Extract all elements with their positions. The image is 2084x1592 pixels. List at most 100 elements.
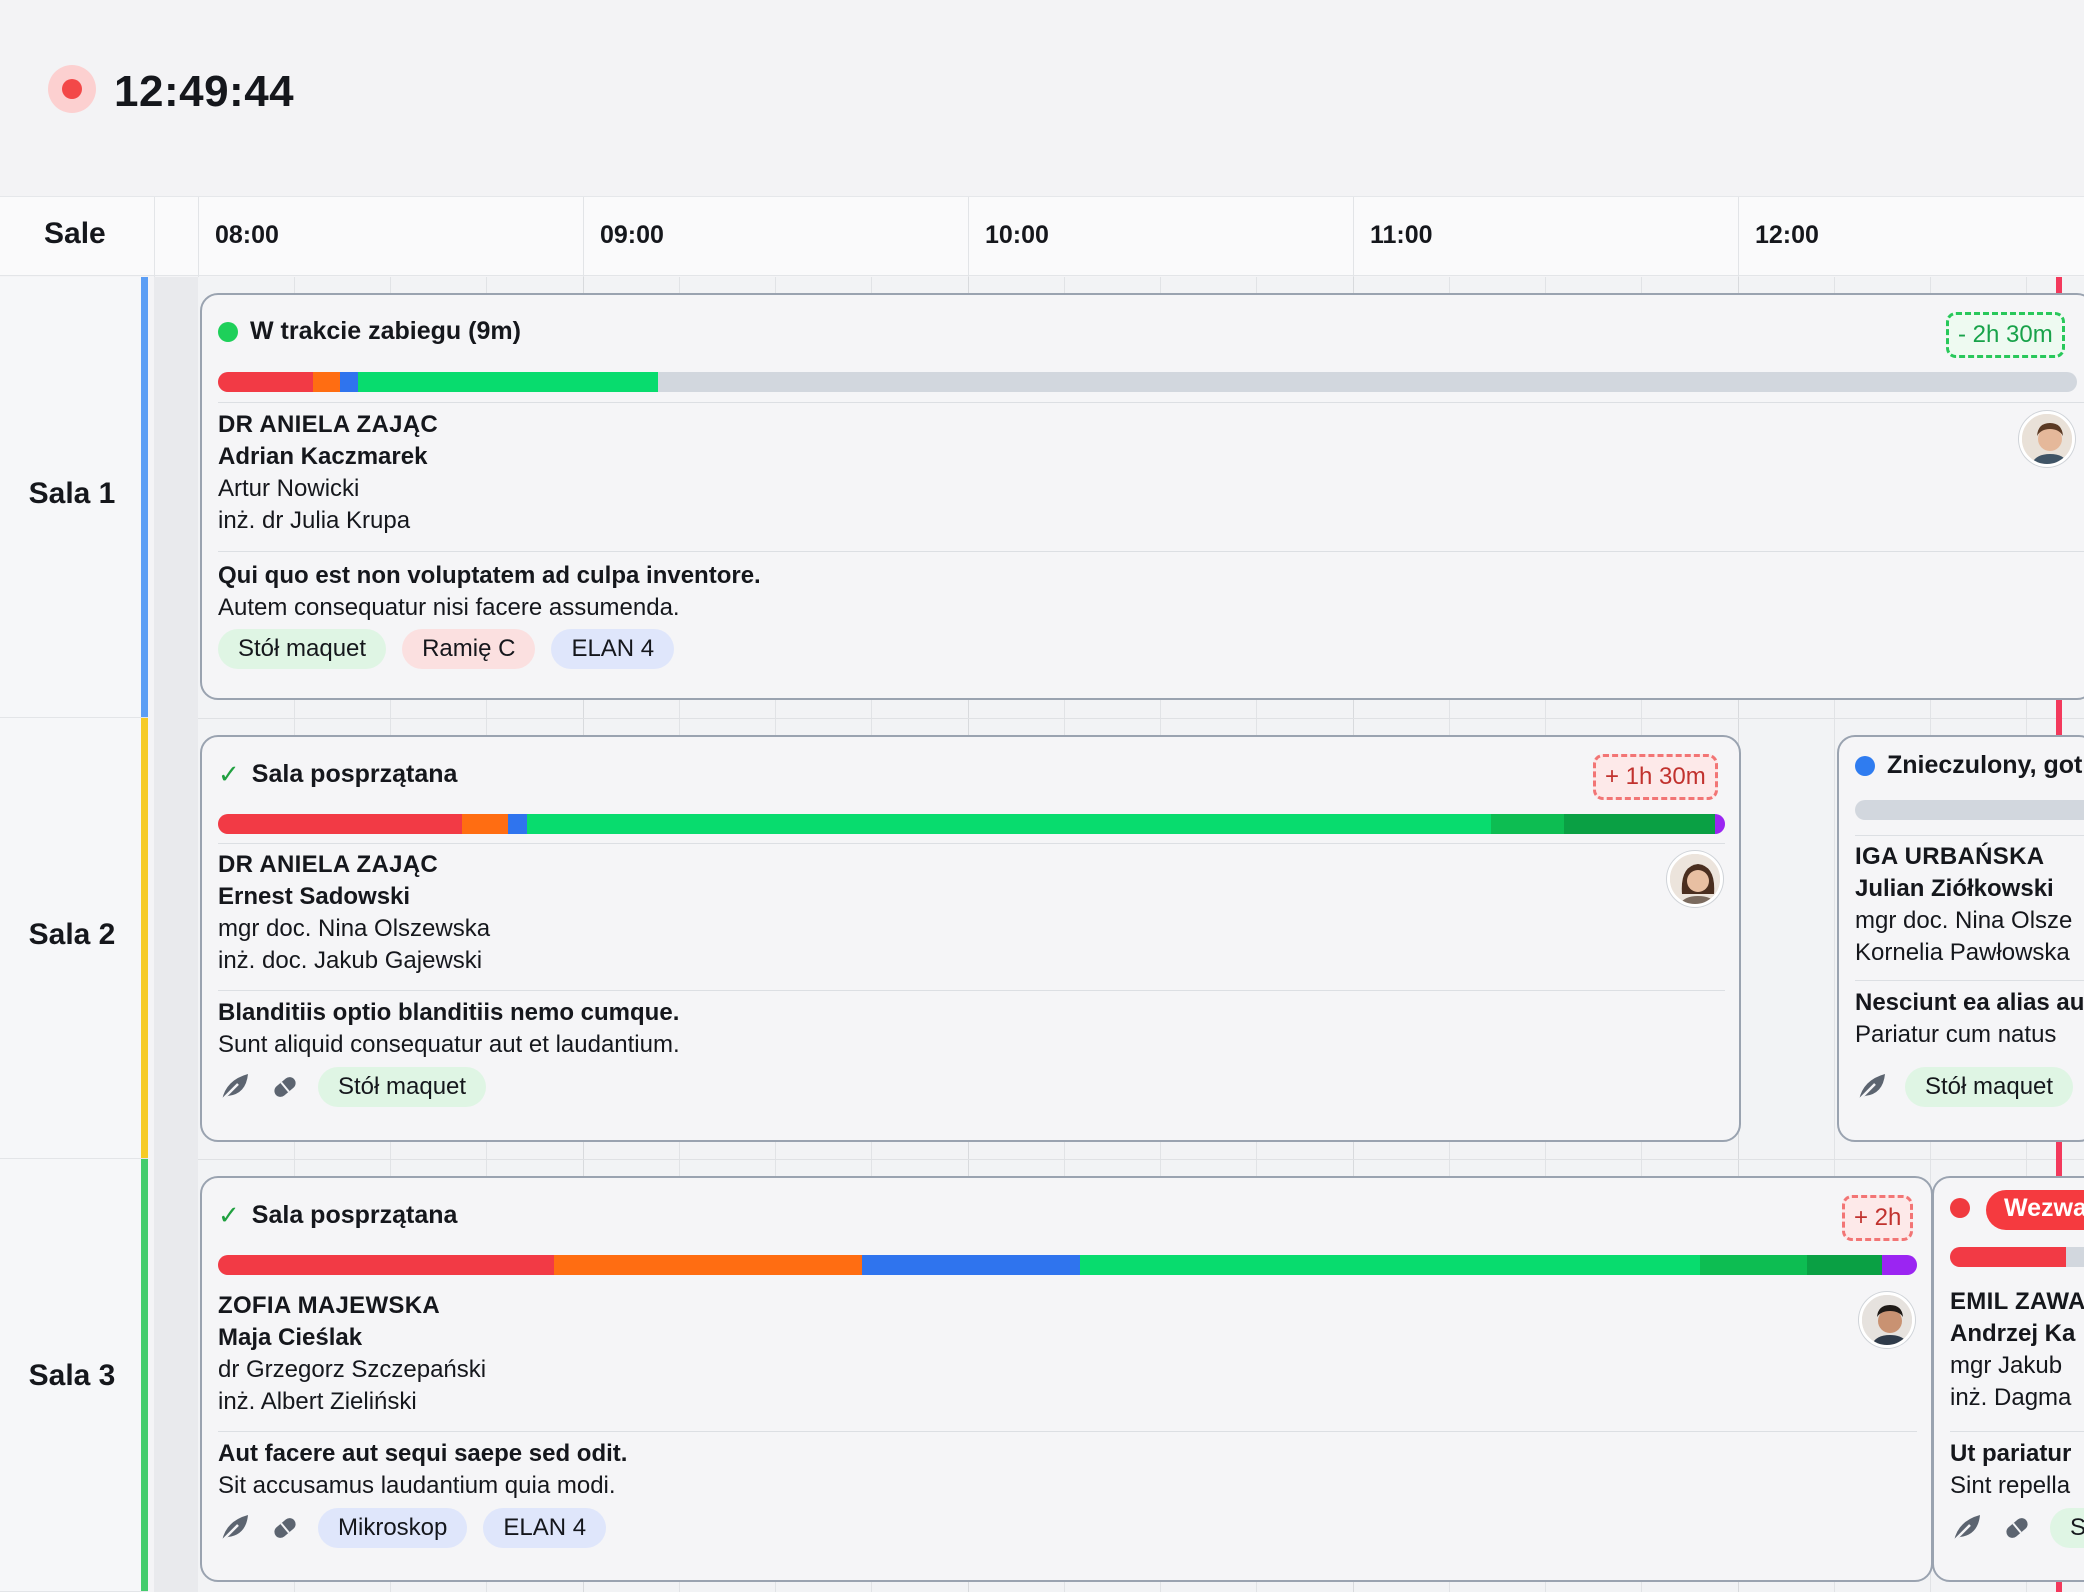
hour-label: 08:00 <box>215 221 279 249</box>
procedure-status: ✓ Sala posprzątana <box>218 1200 457 1231</box>
equipment-tag[interactable]: Stół maquet <box>318 1067 487 1107</box>
surgeon-avatar[interactable] <box>1859 1292 1915 1348</box>
timeline-gutter <box>154 277 198 1592</box>
progress-segment <box>1564 814 1715 834</box>
surgeon-avatar[interactable] <box>1667 851 1723 907</box>
leaf-icon <box>218 1070 252 1104</box>
equipment-tag[interactable]: Stół maquet <box>1905 1067 2074 1107</box>
progress-bar <box>218 372 2077 392</box>
room-row-sala-2[interactable]: Sala 2 <box>0 718 148 1159</box>
hour-col-0800: 08:00 <box>198 197 584 277</box>
call-alert-pill[interactable]: Wezwa <box>1986 1190 2084 1230</box>
divider <box>1855 835 2084 836</box>
progress-segment <box>1700 1255 1807 1275</box>
procedure-card-sala-1[interactable]: W trakcie zabiegu (9m) - 2h 30m DR ANIEL… <box>200 293 2084 700</box>
leaf-icon <box>1855 1070 1889 1104</box>
equipment-tag[interactable]: St <box>2050 1508 2084 1548</box>
equipment-tag[interactable]: Ramię C <box>402 629 536 669</box>
staff-member: mgr Jakub <box>1950 1352 2063 1379</box>
divider <box>218 1431 1917 1432</box>
staff-member: inż. dr Julia Krupa <box>218 507 411 534</box>
room-label: Sala 1 <box>28 477 116 510</box>
progress-segment <box>1715 814 1725 834</box>
timeline-header: Sale 08:00 09:00 10:00 11:00 12:00 <box>0 196 2084 277</box>
row-divider <box>198 1159 2084 1160</box>
recording-dot-icon <box>62 79 82 99</box>
procedure-card-sala-2-next[interactable]: Znieczulony, got IGA URBAŃSKA Julian Zió… <box>1837 735 2084 1142</box>
hour-col-1100: 11:00 <box>1353 197 1738 277</box>
procedure-title: Qui quo est non voluptatem ad culpa inve… <box>218 562 761 589</box>
staff-member: inż. doc. Jakub Gajewski <box>218 947 483 974</box>
rooms-column-title: Sale <box>44 217 106 250</box>
room-color-bar <box>141 1159 148 1591</box>
staff-member: inż. Albert Zieliński <box>218 1388 417 1415</box>
room-label: Sala 3 <box>28 1359 116 1392</box>
staff-member: inż. Dagma <box>1950 1384 2072 1411</box>
staff-list: DR ANIELA ZAJĄC Adrian Kaczmarek Artur N… <box>218 409 438 537</box>
patient-name: Julian Ziółkowski <box>1855 875 2054 902</box>
check-icon: ✓ <box>218 759 240 789</box>
divider <box>218 402 2084 403</box>
procedure-status: Znieczulony, got <box>1855 751 2082 780</box>
room-row-sala-3[interactable]: Sala 3 <box>0 1159 148 1592</box>
progress-segment <box>218 1255 554 1275</box>
status-dot-icon <box>1855 755 1875 776</box>
room-row-sala-1[interactable]: Sala 1 <box>0 277 148 718</box>
equipment-tag[interactable]: Mikroskop <box>318 1508 468 1548</box>
recording-indicator <box>48 65 96 113</box>
equipment-tag[interactable]: ELAN 4 <box>483 1508 607 1548</box>
procedure-description: Qui quo est non voluptatem ad culpa inve… <box>218 560 761 624</box>
lead-surgeon: ZOFIA MAJEWSKA <box>218 1292 440 1319</box>
clock: 12:49:44 <box>114 67 295 116</box>
progress-segment <box>1491 814 1564 834</box>
divider <box>154 197 155 277</box>
progress-segment <box>340 372 358 392</box>
hour-label: 10:00 <box>985 221 1049 249</box>
progress-segment <box>313 372 340 392</box>
progress-segment <box>462 814 508 834</box>
staff-member: Artur Nowicki <box>218 475 360 502</box>
status-dot-icon <box>1950 1198 1970 1218</box>
procedure-subtitle: Sit accusamus laudantium quia modi. <box>218 1472 616 1499</box>
status-label: W trakcie zabiegu (9m) <box>250 317 521 345</box>
procedure-description: Nesciunt ea alias au Pariatur cum natus <box>1855 987 2084 1051</box>
pill-icon <box>268 1511 302 1545</box>
progress-segment <box>218 372 313 392</box>
procedure-description: Blanditiis optio blanditiis nemo cumque.… <box>218 997 680 1061</box>
progress-bar <box>1855 800 2084 820</box>
lead-surgeon: IGA URBAŃSKA <box>1855 843 2045 870</box>
hour-label: 12:00 <box>1755 221 1819 249</box>
progress-segment <box>554 1255 862 1275</box>
procedure-card-sala-3-next[interactable]: Wezwa EMIL ZAWA Andrzej Ka mgr Jakub inż… <box>1932 1176 2084 1582</box>
room-color-bar <box>141 277 148 717</box>
procedure-subtitle: Sunt aliquid consequatur aut et laudanti… <box>218 1031 680 1058</box>
time-diff-badge: + 2h <box>1842 1195 1914 1241</box>
staff-list: DR ANIELA ZAJĄC Ernest Sadowski mgr doc.… <box>218 849 490 977</box>
progress-segment <box>1882 1255 1917 1275</box>
patient-name: Maja Cieślak <box>218 1324 363 1351</box>
surgeon-avatar[interactable] <box>2019 411 2075 467</box>
equipment-tag[interactable]: Stół maquet <box>218 629 387 669</box>
pill-icon <box>2000 1511 2034 1545</box>
divider <box>218 990 1725 991</box>
staff-list: ZOFIA MAJEWSKA Maja Cieślak dr Grzegorz … <box>218 1290 486 1418</box>
hour-col-0900: 09:00 <box>583 197 968 277</box>
staff-list: EMIL ZAWA Andrzej Ka mgr Jakub inż. Dagm… <box>1950 1286 2084 1414</box>
patient-name: Andrzej Ka <box>1950 1320 2076 1347</box>
procedure-title: Aut facere aut sequi saepe sed odit. <box>218 1440 628 1467</box>
procedure-description: Ut pariatur Sint repella <box>1950 1438 2071 1502</box>
leaf-icon <box>218 1511 252 1545</box>
hour-col-1200: 12:00 <box>1738 197 2084 277</box>
progress-segment <box>358 372 658 392</box>
equipment-tag[interactable]: ELAN 4 <box>551 629 675 669</box>
procedure-card-sala-2[interactable]: ✓ Sala posprzątana + 1h 30m DR ANIELA ZA… <box>200 735 1741 1142</box>
room-label: Sala 2 <box>28 918 116 951</box>
procedure-subtitle: Pariatur cum natus <box>1855 1021 2057 1048</box>
progress-segment <box>508 814 527 834</box>
procedure-card-sala-3[interactable]: ✓ Sala posprzątana + 2h ZOFIA MAJEWSKA M… <box>200 1176 1933 1582</box>
staff-member: mgr doc. Nina Olszewska <box>218 915 491 942</box>
check-icon: ✓ <box>218 1200 240 1230</box>
status-label: Sala posprzątana <box>251 760 458 788</box>
procedure-title: Blanditiis optio blanditiis nemo cumque. <box>218 999 680 1026</box>
staff-member: dr Grzegorz Szczepański <box>218 1356 487 1383</box>
